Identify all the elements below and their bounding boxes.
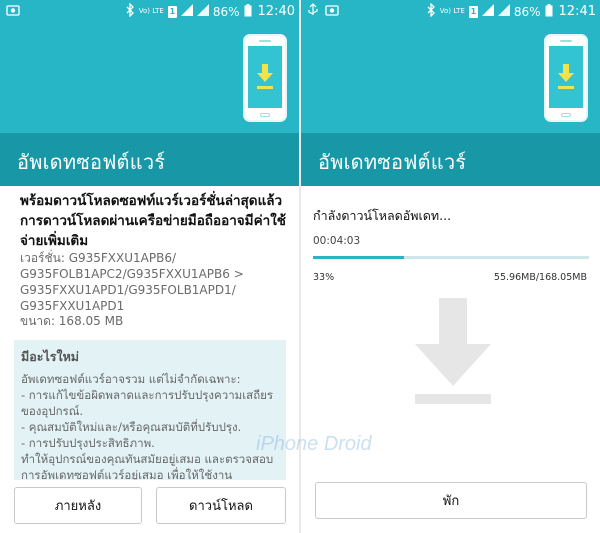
app-bar: อัพเดทซอฟต์แวร์ xyxy=(0,133,299,186)
clock: 12:40 xyxy=(257,4,295,19)
usb-notification-icon xyxy=(307,3,319,20)
version-info: เวอร์ชั่น: G935FXXU1APB6/ G935FOLB1APC2/… xyxy=(20,251,244,313)
hero-banner xyxy=(0,22,299,133)
battery-icon xyxy=(545,3,553,20)
cell-signal-icon xyxy=(196,4,209,19)
progress-percent: 33% xyxy=(313,272,335,283)
phone-download-icon xyxy=(544,34,588,122)
download-status: กำลังดาวน์โหลดอัพเดท... xyxy=(313,208,452,223)
bluetooth-icon xyxy=(125,2,135,20)
status-bar: Vo) LTE 1 86% 12:40 xyxy=(0,0,299,22)
sim-badge: 1 xyxy=(468,5,478,18)
volte-lte-badge: Vo) LTE xyxy=(138,7,164,15)
phone-download-icon xyxy=(243,34,287,122)
screen-right: Vo) LTE 1 86% 12:41 อัพเดทซอฟต์แวร์ กำลั… xyxy=(301,0,600,533)
progress-fill xyxy=(313,256,405,259)
wifi-signal-icon xyxy=(481,4,494,19)
whats-new-panel[interactable]: มีอะไรใหม่ อัพเดทซอฟต์แวร์อาจรวม แต่ไม่จ… xyxy=(14,340,286,480)
pause-button[interactable]: พัก xyxy=(315,482,587,519)
wifi-signal-icon xyxy=(180,4,193,19)
page-title: อัพเดทซอฟต์แวร์ xyxy=(318,150,467,174)
battery-percent: 86% xyxy=(212,4,240,19)
download-arrow-icon xyxy=(415,298,491,404)
screenshot-notification-icon xyxy=(6,3,20,20)
page-title: อัพเดทซอฟต์แวร์ xyxy=(17,150,166,174)
hero-banner xyxy=(301,22,600,133)
progress-bar xyxy=(313,256,589,259)
elapsed-time: 00:04:03 xyxy=(313,235,361,247)
bluetooth-icon xyxy=(426,2,436,20)
whats-new-body: อัพเดทซอฟต์แวร์อาจรวม แต่ไม่จำกัดเฉพาะ: … xyxy=(21,372,274,480)
volte-lte-badge: Vo) LTE xyxy=(439,7,465,15)
app-bar: อัพเดทซอฟต์แวร์ xyxy=(301,133,600,186)
battery-percent: 86% xyxy=(513,4,541,19)
download-button[interactable]: ดาวน์โหลด xyxy=(156,487,286,524)
update-description: พร้อมดาวน์โหลดซอฟท์แวร์เวอร์ชั่นล่าสุดแล… xyxy=(20,193,286,249)
clock: 12:41 xyxy=(558,4,596,19)
screenshot-notification-icon xyxy=(325,3,339,20)
screen-left: Vo) LTE 1 86% 12:40 อัพเดทซอฟต์แวร์ พร้อ… xyxy=(0,0,299,533)
battery-icon xyxy=(244,3,252,20)
cell-signal-icon xyxy=(497,4,510,19)
later-button[interactable]: ภายหลัง xyxy=(14,487,142,524)
sim-badge: 1 xyxy=(167,5,177,18)
download-size: ขนาด: 168.05 MB xyxy=(20,314,124,328)
progress-bytes: 55.96MB/168.05MB xyxy=(493,272,587,283)
whats-new-title: มีอะไรใหม่ xyxy=(21,349,80,364)
status-bar: Vo) LTE 1 86% 12:41 xyxy=(301,0,600,22)
